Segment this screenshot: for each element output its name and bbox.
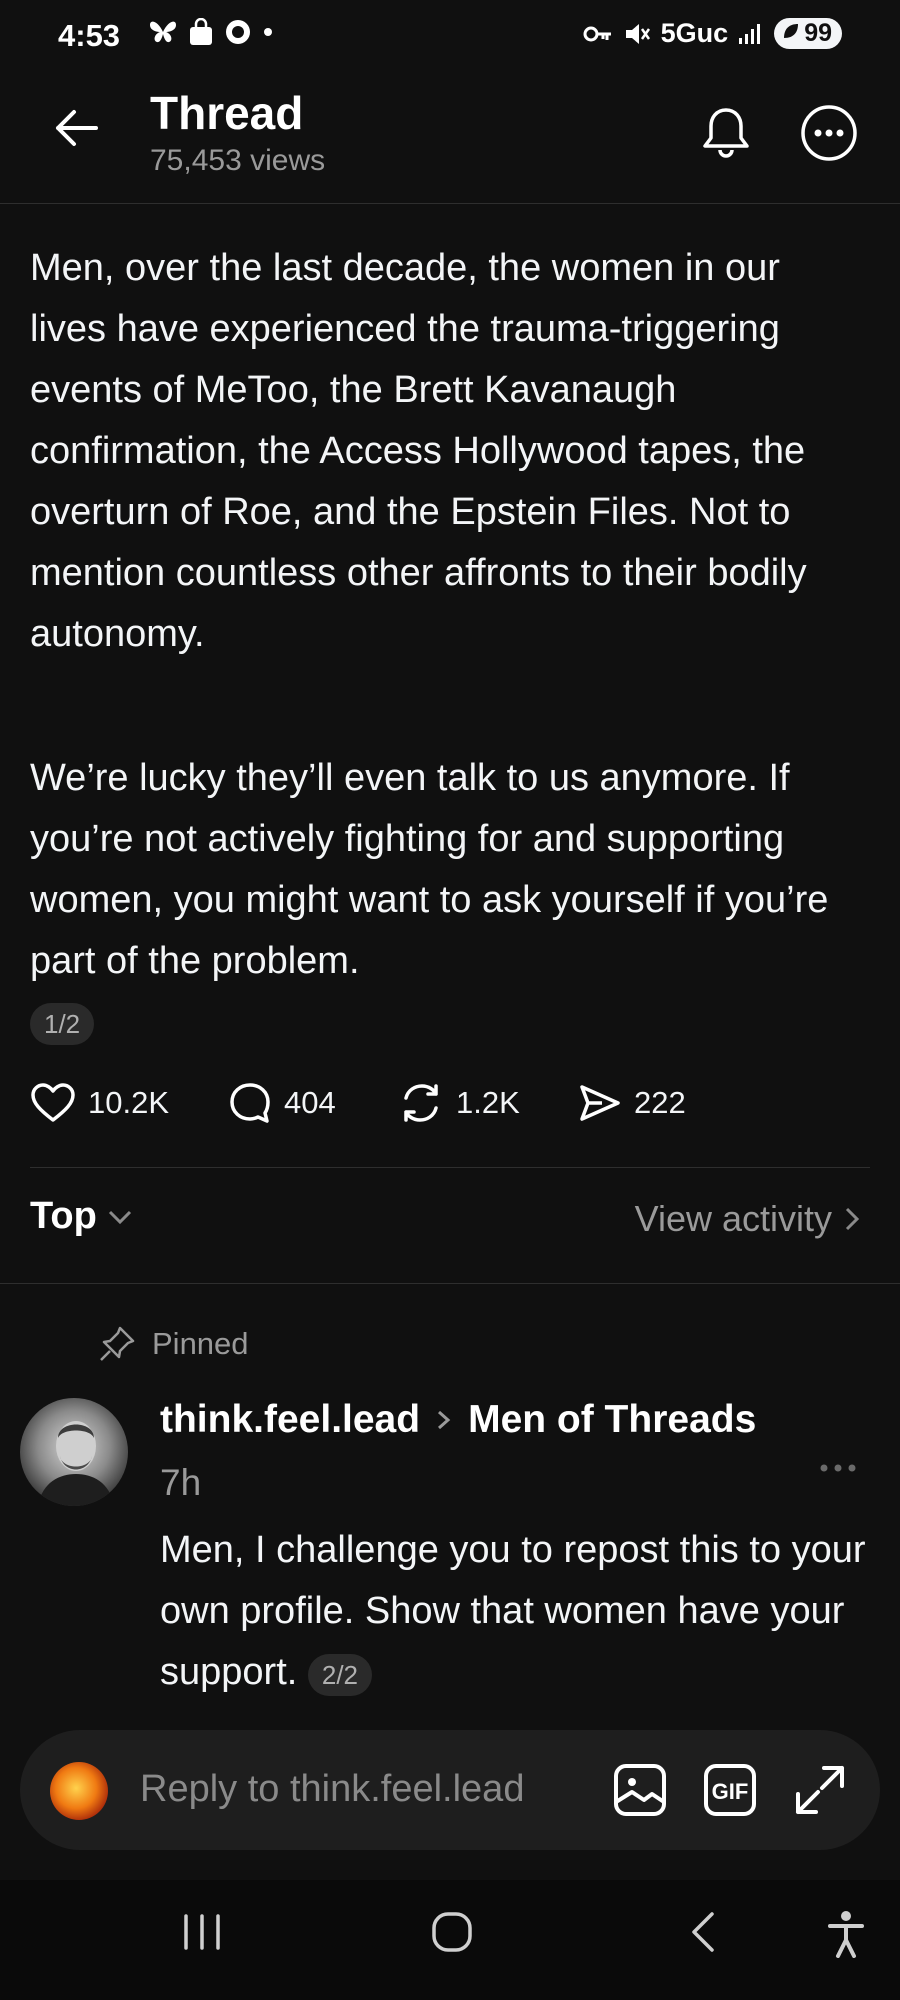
- reply-author-name[interactable]: think.feel.lead: [160, 1398, 420, 1442]
- header-divider: [0, 203, 900, 204]
- reply-body: Men, I challenge you to repost this to y…: [160, 1520, 880, 1703]
- like-count: 10.2K: [88, 1085, 170, 1120]
- reply-text: Men, I challenge you to repost this to y…: [160, 1529, 866, 1693]
- battery-indicator: 99: [774, 18, 842, 49]
- chevron-left-icon: [692, 1912, 714, 1952]
- back-button[interactable]: [48, 100, 104, 156]
- share-button[interactable]: 222: [578, 1081, 686, 1125]
- view-activity-link[interactable]: View activity: [635, 1198, 860, 1240]
- network-type: 5Guc: [660, 18, 729, 48]
- sort-dropdown[interactable]: Top: [30, 1195, 133, 1238]
- more-horizontal-icon: [820, 1464, 856, 1472]
- user-avatar: [50, 1762, 108, 1820]
- more-options-button[interactable]: [800, 104, 858, 167]
- recent-apps-icon: [184, 1914, 220, 1950]
- chevron-right-icon: [845, 1207, 860, 1231]
- reply-header: think.feel.lead Men of Threads: [160, 1398, 756, 1442]
- repost-button[interactable]: 1.2K: [398, 1080, 578, 1126]
- pinned-label: Pinned: [152, 1326, 249, 1361]
- comment-button[interactable]: 404: [228, 1081, 398, 1125]
- signal-icon: [739, 23, 761, 44]
- reply-author-avatar[interactable]: [20, 1398, 128, 1506]
- send-icon: [580, 1085, 620, 1121]
- post-paragraph-2: We’re lucky they’ll even talk to us anym…: [30, 748, 860, 992]
- pager-badge: 1/2: [30, 1003, 95, 1045]
- home-icon: [432, 1912, 472, 1952]
- page-title: Thread: [150, 87, 304, 139]
- sort-label: Top: [30, 1195, 97, 1237]
- action-bar: 10.2K 404 1.2K 222: [30, 1080, 686, 1126]
- status-time: 4:53: [58, 18, 121, 53]
- attach-image-button[interactable]: [612, 1762, 668, 1823]
- battery-saver-icon: [784, 24, 799, 38]
- like-button[interactable]: 10.2K: [30, 1082, 228, 1124]
- sort-divider: [0, 1283, 900, 1284]
- heart-icon: [31, 1083, 75, 1122]
- comment-count: 404: [284, 1085, 336, 1120]
- mute-icon: [625, 23, 650, 44]
- accessibility-button[interactable]: [826, 1910, 866, 1963]
- back-arrow-icon: [56, 110, 98, 146]
- post-pager: 1/2: [30, 1003, 95, 1045]
- expand-composer-button[interactable]: [792, 1762, 848, 1823]
- post-paragraph-1: Men, over the last decade, the women in …: [30, 247, 807, 655]
- view-activity-label: View activity: [634, 1198, 832, 1239]
- notifications-button[interactable]: [700, 104, 752, 165]
- reply-community-name[interactable]: Men of Threads: [468, 1398, 756, 1442]
- reply-pager-badge: 2/2: [307, 1654, 373, 1696]
- expand-icon: [796, 1766, 844, 1814]
- reply-timestamp: 7h: [160, 1462, 202, 1503]
- image-icon: [614, 1764, 666, 1816]
- reply-input-placeholder[interactable]: Reply to think.feel.lead: [140, 1768, 524, 1811]
- bell-icon: [703, 108, 749, 158]
- reply-more-button[interactable]: [818, 1440, 858, 1482]
- gif-button[interactable]: GIF: [702, 1762, 758, 1823]
- view-count: 75,453 views: [150, 144, 326, 177]
- svg-text:GIF: GIF: [712, 1779, 749, 1804]
- chevron-down-icon: [108, 1210, 131, 1224]
- recent-apps-button[interactable]: [180, 1910, 224, 1959]
- shopping-bag-icon: [190, 18, 212, 45]
- chevron-right-icon: [438, 1410, 451, 1430]
- pin-icon: [100, 1326, 135, 1361]
- avatar-portrait: [38, 1421, 114, 1506]
- system-back-button[interactable]: [686, 1910, 722, 1959]
- comment-icon: [230, 1083, 270, 1123]
- dot-icon: [264, 28, 272, 36]
- repost-count: 1.2K: [456, 1085, 520, 1120]
- status-system-icons: 5Guc 99: [583, 18, 842, 49]
- threads-app-icon: [226, 20, 250, 44]
- repost-icon: [404, 1084, 438, 1122]
- battery-level: 99: [804, 19, 832, 47]
- pinned-indicator: Pinned: [98, 1325, 249, 1363]
- actions-divider: [30, 1167, 870, 1168]
- butterfly-icon: [150, 21, 176, 43]
- vpn-key-icon: [583, 26, 611, 41]
- gif-icon: GIF: [704, 1764, 756, 1816]
- accessibility-icon: [828, 1911, 864, 1958]
- home-button[interactable]: [430, 1910, 474, 1959]
- more-circle-icon: [801, 105, 857, 161]
- status-notification-icons: [148, 18, 274, 46]
- share-count: 222: [634, 1085, 686, 1120]
- post-paragraph-2-text: We’re lucky they’ll even talk to us anym…: [30, 757, 829, 982]
